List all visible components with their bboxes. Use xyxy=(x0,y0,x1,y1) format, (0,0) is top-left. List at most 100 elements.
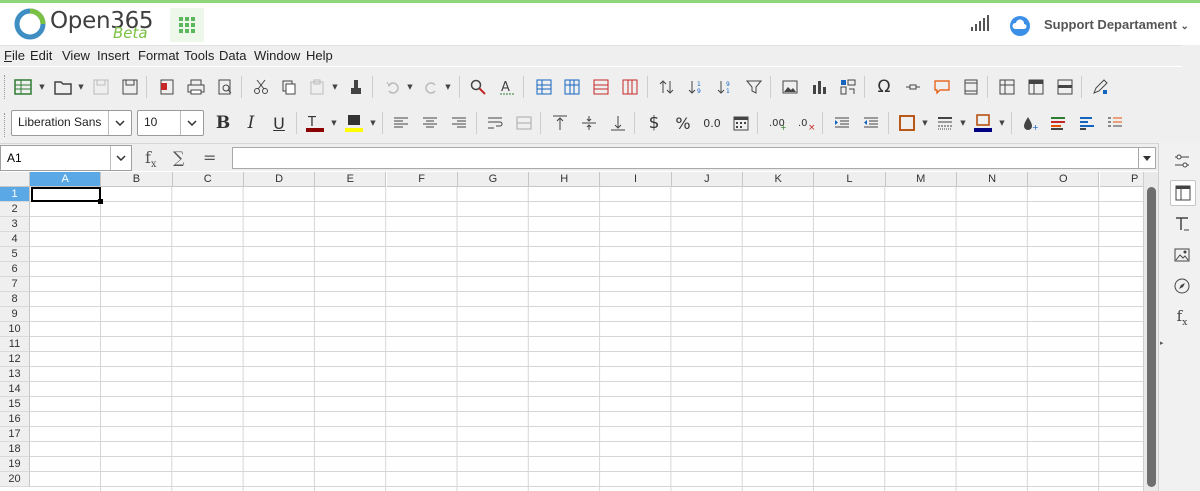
align-left-button[interactable] xyxy=(390,112,412,134)
row-header-20[interactable]: 20 xyxy=(0,472,30,487)
column-header-c[interactable]: C xyxy=(172,172,244,187)
border-color-dropdown[interactable]: ▼ xyxy=(998,112,1006,134)
align-bottom-button[interactable] xyxy=(607,112,629,134)
define-print-area-button[interactable] xyxy=(996,76,1018,98)
row-header-9[interactable]: 9 xyxy=(0,307,30,322)
open-button[interactable] xyxy=(52,76,74,98)
pivot-table-button[interactable] xyxy=(837,76,859,98)
sidebar-navigator-button[interactable] xyxy=(1170,274,1194,298)
column-button[interactable] xyxy=(561,76,583,98)
underline-button[interactable]: U xyxy=(268,112,290,134)
row-header-15[interactable]: 15 xyxy=(0,397,30,412)
menu-view[interactable]: View xyxy=(62,48,90,63)
border-style-dropdown[interactable]: ▼ xyxy=(959,112,967,134)
headers-footers-button[interactable] xyxy=(960,76,982,98)
font-name-select[interactable]: Liberation Sans xyxy=(11,110,132,136)
row-header-2[interactable]: 2 xyxy=(0,202,30,217)
copy-button[interactable] xyxy=(278,76,300,98)
sort-button[interactable] xyxy=(656,76,678,98)
row-header-10[interactable]: 10 xyxy=(0,322,30,337)
merge-cells-button[interactable] xyxy=(513,112,535,134)
sidebar-functions-button[interactable]: fx xyxy=(1170,305,1194,329)
name-box-dropdown[interactable] xyxy=(110,146,131,170)
toolbar-grip[interactable] xyxy=(4,113,7,137)
row-header-12[interactable]: 12 xyxy=(0,352,30,367)
account-menu-button[interactable]: Support Departament ⌄ xyxy=(1044,17,1189,32)
row-header-8[interactable]: 8 xyxy=(0,292,30,307)
font-size-dropdown[interactable] xyxy=(180,111,203,135)
autofilter-button[interactable] xyxy=(743,76,765,98)
app-launcher-button[interactable] xyxy=(170,8,204,42)
insert-image-button[interactable] xyxy=(779,76,801,98)
decrease-indent-button[interactable] xyxy=(860,112,882,134)
currency-format-button[interactable]: $ xyxy=(643,112,665,134)
row-header-5[interactable]: 5 xyxy=(0,247,30,262)
row-header-3[interactable]: 3 xyxy=(0,217,30,232)
delete-column-button[interactable] xyxy=(619,76,641,98)
sidebar-styles-button[interactable] xyxy=(1170,180,1196,206)
delete-decimal-button[interactable]: .0 × xyxy=(795,112,817,134)
date-format-button[interactable] xyxy=(730,112,752,134)
border-color-button[interactable] xyxy=(972,112,994,134)
sidebar-character-button[interactable] xyxy=(1170,212,1194,236)
column-header-h[interactable]: H xyxy=(529,172,601,187)
percent-format-button[interactable]: % xyxy=(672,112,694,134)
menu-insert[interactable]: Insert xyxy=(97,48,130,63)
row-header-13[interactable]: 13 xyxy=(0,367,30,382)
menu-data[interactable]: Data xyxy=(219,48,246,63)
freeze-rows-button[interactable] xyxy=(1025,76,1047,98)
conditional-format-button[interactable]: + xyxy=(1019,112,1041,134)
font-color-button[interactable]: T xyxy=(304,112,326,134)
align-right-button[interactable] xyxy=(448,112,470,134)
select-all-corner[interactable] xyxy=(0,172,30,187)
table-grid-button[interactable] xyxy=(12,76,34,98)
sidebar-gallery-button[interactable] xyxy=(1170,243,1194,267)
cut-button[interactable] xyxy=(250,76,272,98)
borders-dropdown[interactable]: ▼ xyxy=(921,112,929,134)
print-button[interactable] xyxy=(185,76,207,98)
redo-button[interactable] xyxy=(420,76,442,98)
align-center-button[interactable] xyxy=(419,112,441,134)
row-header-16[interactable]: 16 xyxy=(0,412,30,427)
highlight-color-button[interactable] xyxy=(343,112,365,134)
undo-dropdown[interactable]: ▼ xyxy=(406,76,414,98)
sort-ascending-button[interactable]: 19 xyxy=(685,76,707,98)
icon-set-button[interactable] xyxy=(1104,112,1126,134)
column-header-g[interactable]: G xyxy=(457,172,530,187)
menu-tools[interactable]: Tools xyxy=(184,48,214,63)
special-character-button[interactable]: Ω xyxy=(873,76,895,98)
center-vertically-button[interactable] xyxy=(578,112,600,134)
save-as-button[interactable] xyxy=(119,76,141,98)
row-header-1[interactable]: 1 xyxy=(0,187,30,202)
redo-dropdown[interactable]: ▼ xyxy=(444,76,452,98)
row-header-18[interactable]: 18 xyxy=(0,442,30,457)
number-format-button[interactable]: 0.0 xyxy=(701,112,723,134)
print-preview-button[interactable] xyxy=(214,76,236,98)
function-wizard-button[interactable]: fx xyxy=(145,148,157,170)
column-header-k[interactable]: K xyxy=(743,172,815,187)
comment-button[interactable] xyxy=(931,76,953,98)
menu-window[interactable]: Window xyxy=(254,48,300,63)
find-replace-button[interactable] xyxy=(467,76,489,98)
row-header-4[interactable]: 4 xyxy=(0,232,30,247)
font-name-dropdown[interactable] xyxy=(108,111,131,135)
menu-edit[interactable]: Edit xyxy=(30,48,52,63)
formula-input[interactable] xyxy=(232,147,1139,169)
paste-button[interactable] xyxy=(306,76,328,98)
expand-formula-bar-button[interactable] xyxy=(1138,147,1156,169)
spelling-button[interactable]: A xyxy=(496,76,518,98)
font-size-select[interactable]: 10 xyxy=(137,110,204,136)
column-header-p[interactable]: P xyxy=(1099,172,1143,187)
row-header-19[interactable]: 19 xyxy=(0,457,30,472)
borders-button[interactable] xyxy=(896,112,918,134)
row-header-11[interactable]: 11 xyxy=(0,337,30,352)
menu-file[interactable]: File xyxy=(4,48,25,63)
formula-button[interactable]: = xyxy=(203,148,216,167)
column-header-n[interactable]: N xyxy=(956,172,1029,187)
column-header-i[interactable]: I xyxy=(600,172,672,187)
column-header-e[interactable]: E xyxy=(315,172,387,187)
export-pdf-button[interactable] xyxy=(156,76,178,98)
paste-dropdown[interactable]: ▼ xyxy=(331,76,339,98)
italic-button[interactable]: I xyxy=(240,112,262,134)
increase-indent-button[interactable] xyxy=(831,112,853,134)
